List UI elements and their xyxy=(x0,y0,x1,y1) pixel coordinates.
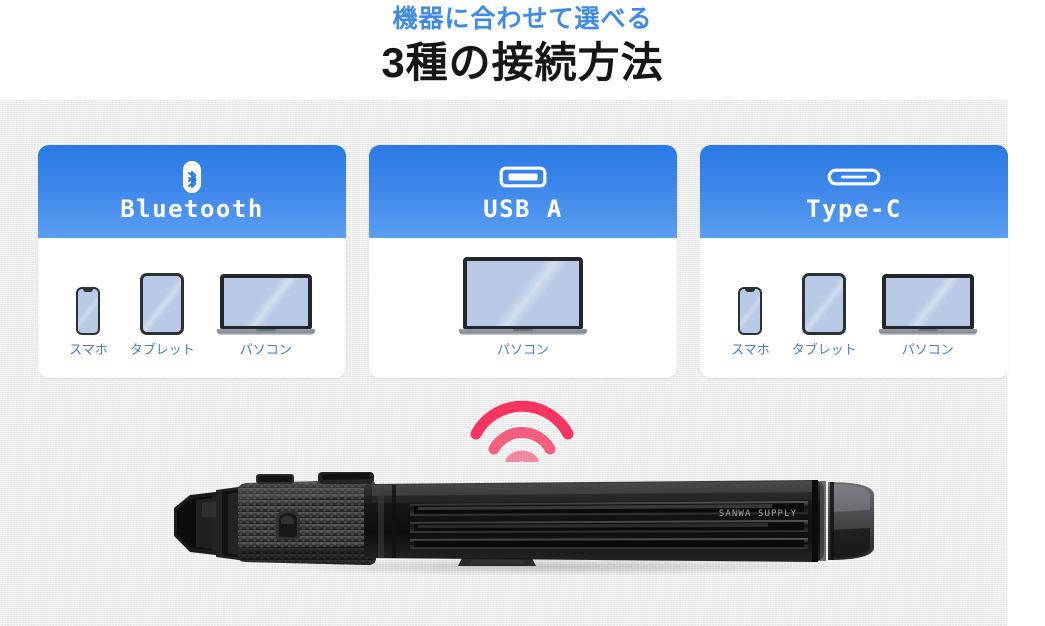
device-label: パソコン xyxy=(496,342,549,357)
card-usb-a[interactable]: USB A パソコン xyxy=(369,145,677,378)
tablet-icon xyxy=(140,273,185,335)
usb-a-port-icon xyxy=(499,160,547,194)
device-tablet: タブレット xyxy=(792,273,857,358)
heading-block: 機器に合わせて選べる 3種の接続方法 xyxy=(0,0,1045,100)
smartphone-icon xyxy=(738,287,763,335)
device-phone: スマホ xyxy=(69,287,108,358)
usb-type-c-port-icon xyxy=(827,160,881,194)
device-tablet: タブレット xyxy=(130,273,195,358)
device-laptop: パソコン xyxy=(878,274,977,358)
card-usb-a-title: USB A xyxy=(483,195,563,223)
wifi-signal-icon xyxy=(470,400,574,467)
device-label: パソコン xyxy=(239,342,292,357)
card-usb-a-header: USB A xyxy=(369,145,677,238)
laptop-icon xyxy=(459,257,587,335)
card-bluetooth-header: Bluetooth xyxy=(38,145,346,238)
laptop-icon xyxy=(216,274,315,335)
subheading: 機器に合わせて選べる xyxy=(392,5,653,33)
card-type-c[interactable]: Type-C スマホ タブレット パソコン xyxy=(700,145,1008,378)
device-label: パソコン xyxy=(901,342,954,357)
device-label: スマホ xyxy=(69,342,108,357)
device-label: スマホ xyxy=(731,342,770,357)
device-phone: スマホ xyxy=(731,287,770,358)
device-laptop: パソコン xyxy=(216,274,315,358)
bluetooth-icon xyxy=(177,160,207,194)
device-laptop: パソコン xyxy=(459,257,587,358)
card-usb-a-devices: パソコン xyxy=(369,238,677,378)
tablet-icon xyxy=(802,273,847,335)
device-label: タブレット xyxy=(791,342,857,357)
connection-cards: Bluetooth スマホ タブレット パソコン USB A パソコン Type… xyxy=(38,145,1008,378)
device-label: タブレット xyxy=(129,342,195,357)
brand-text: SANWA SUPPLY xyxy=(719,509,797,519)
barcode-scanner-image: SANWA SUPPLY xyxy=(172,470,884,576)
card-type-c-header: Type-C xyxy=(700,145,1008,238)
card-type-c-devices: スマホ タブレット パソコン xyxy=(700,238,1008,378)
card-bluetooth[interactable]: Bluetooth スマホ タブレット パソコン xyxy=(38,145,346,378)
laptop-icon xyxy=(878,274,977,335)
page-root: 機器に合わせて選べる 3種の接続方法 Bluetooth スマホ タブレット パ… xyxy=(0,0,1045,626)
card-type-c-title: Type-C xyxy=(806,195,902,223)
card-bluetooth-devices: スマホ タブレット パソコン xyxy=(38,238,346,378)
page-title: 3種の接続方法 xyxy=(381,39,664,86)
smartphone-icon xyxy=(76,287,101,335)
card-bluetooth-title: Bluetooth xyxy=(120,195,264,223)
